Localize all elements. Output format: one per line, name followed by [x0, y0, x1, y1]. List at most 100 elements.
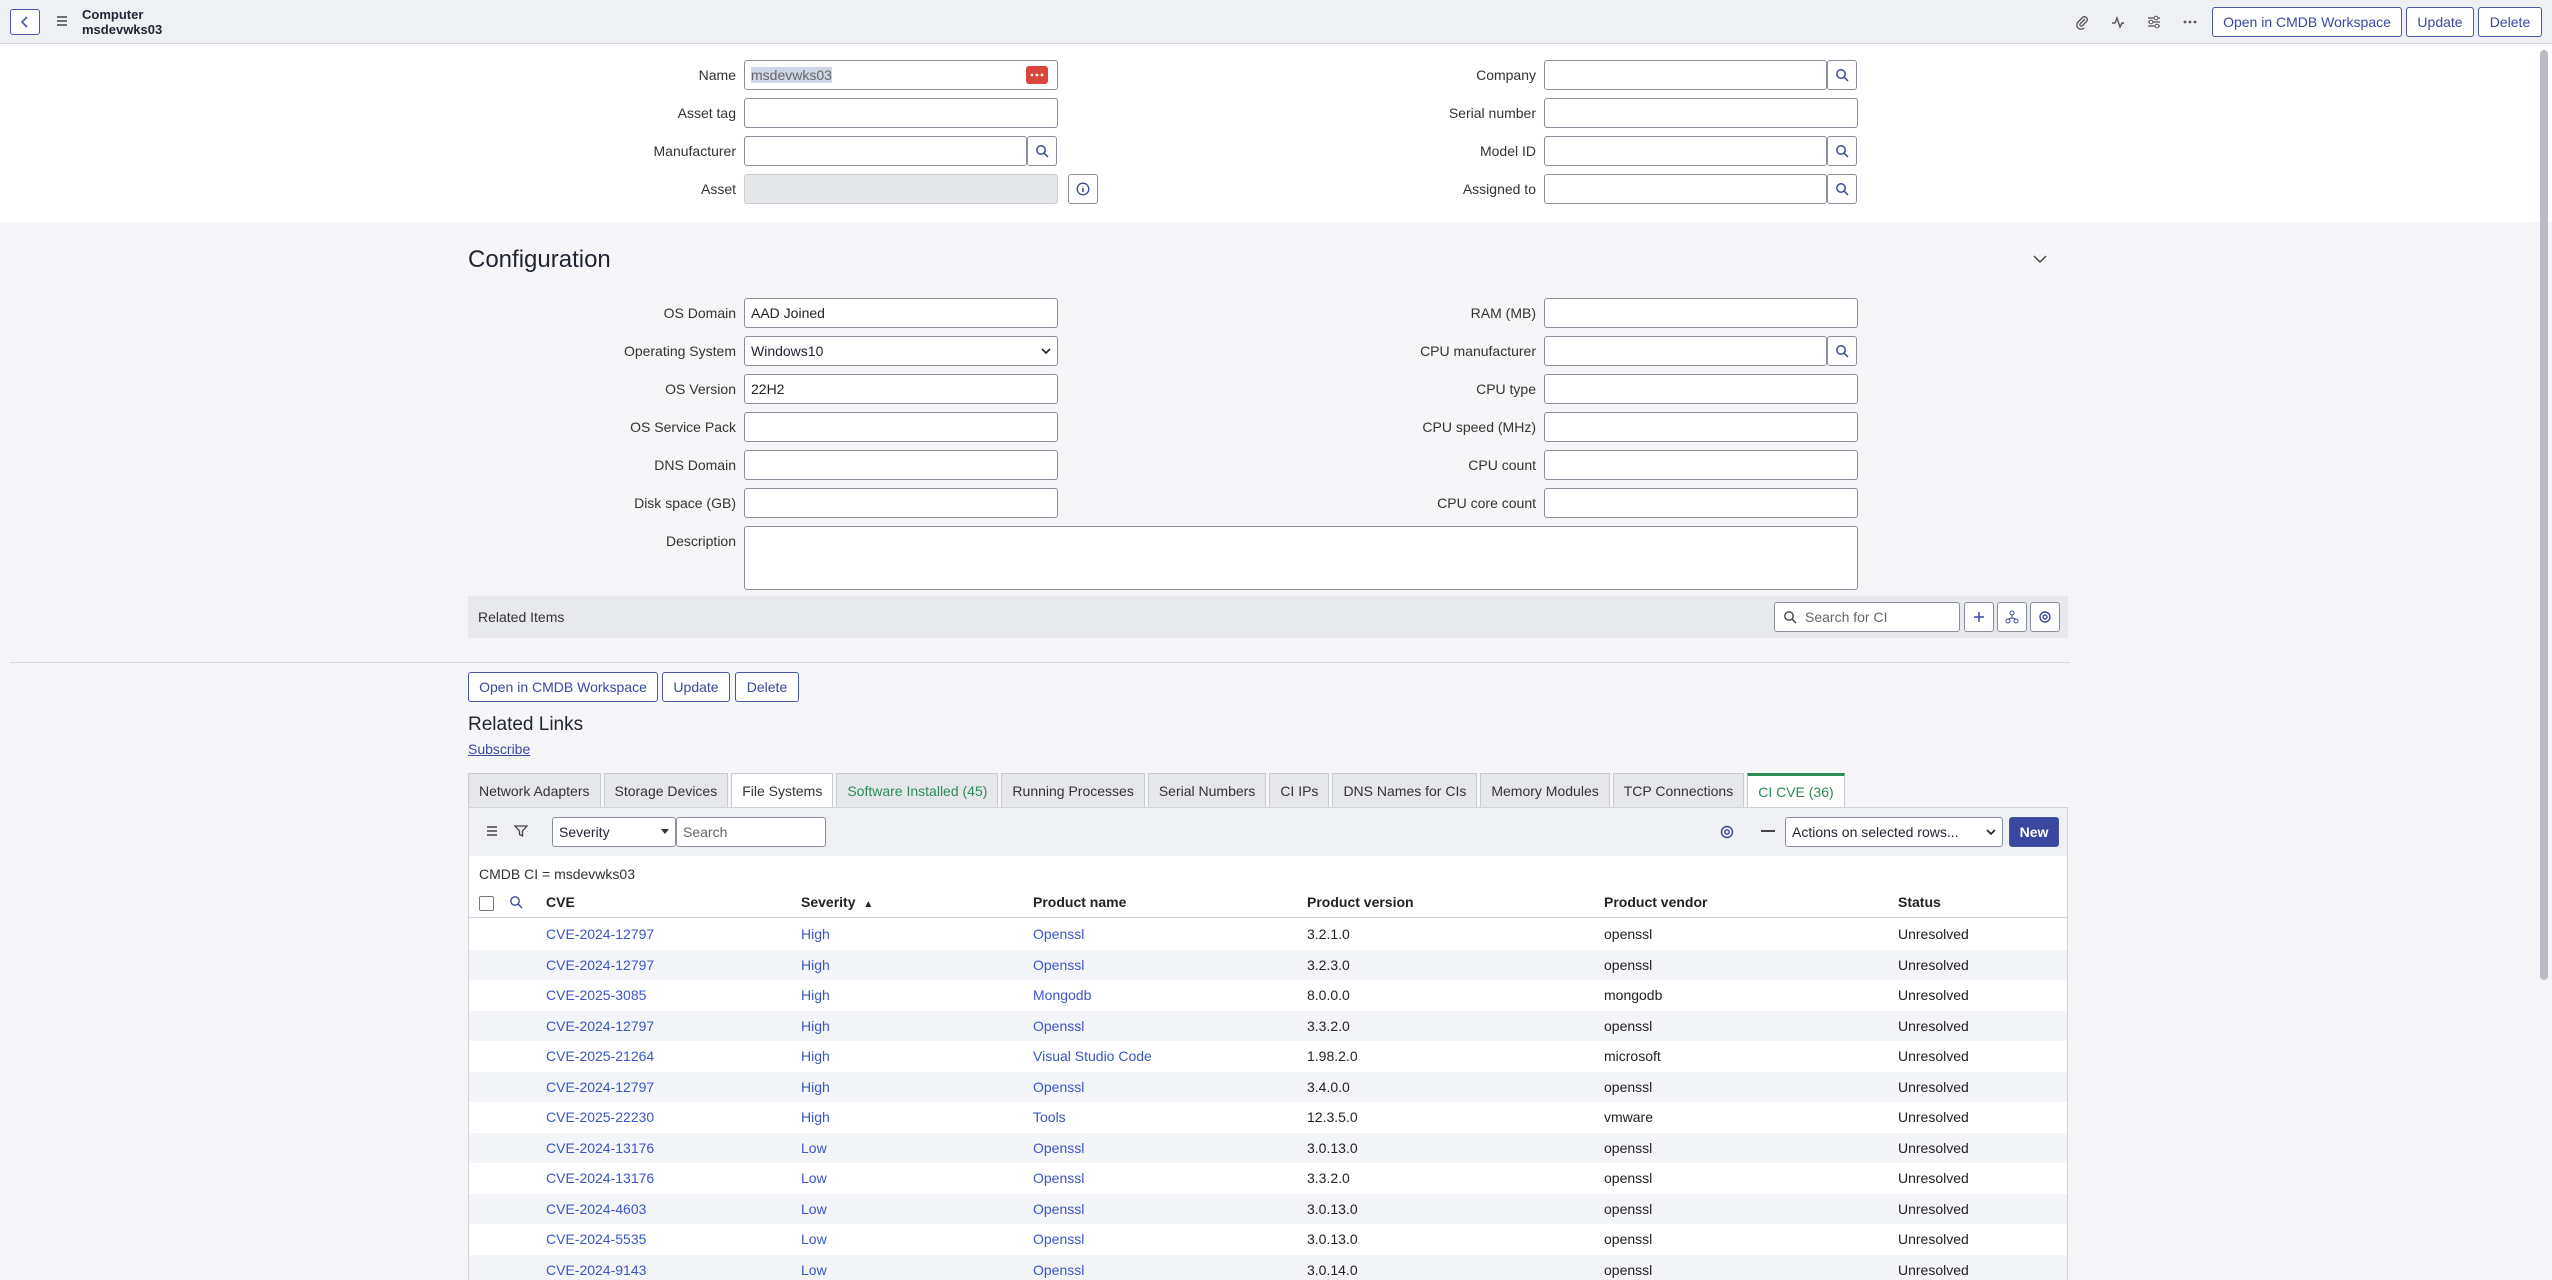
table-row[interactable]: CVE-2024-12797 High Openssl 3.4.0.0 openssl U…	[469, 1071, 2067, 1102]
cve-cell[interactable]: CVE-2024-12797	[546, 957, 654, 973]
cpu-core-count-field[interactable]	[1544, 488, 1858, 518]
column-severity[interactable]: Severity ▲	[801, 894, 873, 910]
serial-number-field[interactable]	[1544, 98, 1858, 128]
paperclip-icon[interactable]	[2072, 12, 2092, 32]
severity-cell[interactable]: High	[801, 987, 830, 1003]
severity-cell[interactable]: Low	[801, 1262, 827, 1278]
severity-cell[interactable]: Low	[801, 1140, 827, 1156]
page-scrollbar[interactable]	[2540, 50, 2548, 980]
new-button[interactable]: New	[2009, 817, 2059, 847]
tab-ci-ips[interactable]: CI IPs	[1269, 773, 1330, 807]
add-related-button[interactable]	[1964, 602, 1994, 632]
model-id-field[interactable]	[1544, 136, 1827, 166]
tab-running-processes[interactable]: Running Processes	[1001, 773, 1145, 807]
tab-ci-cve[interactable]: CI CVE (36)	[1747, 773, 1845, 807]
open-cmdb-workspace-bottom-button[interactable]: Open in CMDB Workspace	[468, 672, 658, 702]
company-field[interactable]	[1544, 60, 1827, 90]
actions-select[interactable]: Actions on selected rows...	[1785, 817, 2003, 847]
table-row[interactable]: CVE-2024-13176 Low Openssl 3.0.13.0 openssl U…	[469, 1132, 2067, 1163]
open-cmdb-workspace-button[interactable]: Open in CMDB Workspace	[2212, 7, 2402, 37]
os-version-field[interactable]: 22H2	[744, 374, 1058, 404]
column-product-name[interactable]: Product name	[1033, 894, 1126, 910]
cpu-type-field[interactable]	[1544, 374, 1858, 404]
product-name-cell[interactable]: Openssl	[1033, 926, 1084, 942]
tab-serial-numbers[interactable]: Serial Numbers	[1147, 773, 1267, 807]
cve-cell[interactable]: CVE-2024-5535	[546, 1231, 646, 1247]
table-row[interactable]: CVE-2024-9143 Low Openssl 3.0.14.0 openssl Un…	[469, 1254, 2067, 1280]
tab-storage-devices[interactable]: Storage Devices	[603, 773, 729, 807]
severity-cell[interactable]: Low	[801, 1170, 827, 1186]
tab-memory-modules[interactable]: Memory Modules	[1480, 773, 1610, 807]
severity-cell[interactable]: High	[801, 1079, 830, 1095]
table-row[interactable]: CVE-2024-5535 Low Openssl 3.0.13.0 openssl Un…	[469, 1224, 2067, 1255]
company-lookup-button[interactable]	[1827, 60, 1857, 90]
product-name-cell[interactable]: Visual Studio Code	[1033, 1048, 1152, 1064]
column-product-vendor[interactable]: Product vendor	[1604, 894, 1707, 910]
table-row[interactable]: CVE-2024-12797 High Openssl 3.2.3.0 openssl U…	[469, 949, 2067, 980]
product-name-cell[interactable]: Openssl	[1033, 1140, 1084, 1156]
ellipsis-icon[interactable]	[2180, 12, 2200, 32]
column-status[interactable]: Status	[1898, 894, 1941, 910]
table-row[interactable]: CVE-2024-12797 High Openssl 3.2.1.0 openssl U…	[469, 919, 2067, 950]
cpu-count-field[interactable]	[1544, 450, 1858, 480]
ci-search-input[interactable]: Search for CI	[1774, 602, 1960, 632]
os-domain-field[interactable]: AAD Joined	[744, 298, 1058, 328]
asset-tag-field[interactable]	[744, 98, 1058, 128]
assigned-to-field[interactable]	[1544, 174, 1827, 204]
tab-dns-names[interactable]: DNS Names for CIs	[1332, 773, 1478, 807]
ellipsis-badge-icon[interactable]	[1026, 66, 1048, 84]
table-row[interactable]: CVE-2025-22230 High Tools 12.3.5.0 vmware Unr…	[469, 1102, 2067, 1133]
list-menu-icon[interactable]	[485, 824, 499, 841]
column-cve[interactable]: CVE	[546, 894, 575, 910]
product-name-cell[interactable]: Openssl	[1033, 1018, 1084, 1034]
collapse-list-icon[interactable]	[1761, 830, 1775, 832]
related-settings-button[interactable]	[2030, 602, 2060, 632]
cpu-speed-field[interactable]	[1544, 412, 1858, 442]
table-row[interactable]: CVE-2024-13176 Low Openssl 3.3.2.0 openssl Un…	[469, 1163, 2067, 1194]
back-button[interactable]	[10, 9, 40, 35]
table-row[interactable]: CVE-2024-12797 High Openssl 3.3.2.0 openssl U…	[469, 1010, 2067, 1041]
cve-cell[interactable]: CVE-2024-9143	[546, 1262, 646, 1278]
activity-icon[interactable]	[2108, 12, 2128, 32]
cve-cell[interactable]: CVE-2024-12797	[546, 926, 654, 942]
subscribe-link[interactable]: Subscribe	[468, 741, 530, 757]
os-service-pack-field[interactable]	[744, 412, 1058, 442]
table-row[interactable]: CVE-2024-4603 Low Openssl 3.0.13.0 openssl Un…	[469, 1193, 2067, 1224]
manufacturer-lookup-button[interactable]	[1027, 136, 1057, 166]
update-bottom-button[interactable]: Update	[662, 672, 730, 702]
column-search-icon[interactable]	[509, 895, 523, 912]
tab-network-adapters[interactable]: Network Adapters	[468, 773, 601, 807]
cpu-manufacturer-lookup-button[interactable]	[1827, 336, 1857, 366]
table-row[interactable]: CVE-2025-21264 High Visual Studio Code 1.98…	[469, 1041, 2067, 1072]
cve-cell[interactable]: CVE-2024-12797	[546, 1018, 654, 1034]
tab-software-installed[interactable]: Software Installed (45)	[836, 773, 999, 807]
table-row[interactable]: CVE-2025-3085 High Mongodb 8.0.0.0 mongodb Un…	[469, 980, 2067, 1011]
cve-cell[interactable]: CVE-2025-22230	[546, 1109, 654, 1125]
manufacturer-field[interactable]	[744, 136, 1027, 166]
select-all-checkbox[interactable]	[479, 896, 494, 911]
column-product-version[interactable]: Product version	[1307, 894, 1414, 910]
severity-cell[interactable]: Low	[801, 1231, 827, 1247]
operating-system-select[interactable]: Windows10	[744, 336, 1058, 366]
asset-info-button[interactable]	[1068, 174, 1098, 204]
severity-cell[interactable]: High	[801, 1048, 830, 1064]
product-name-cell[interactable]: Tools	[1033, 1109, 1066, 1125]
product-name-cell[interactable]: Openssl	[1033, 1262, 1084, 1278]
ram-field[interactable]	[1544, 298, 1858, 328]
tab-tcp-connections[interactable]: TCP Connections	[1612, 773, 1745, 807]
product-name-cell[interactable]: Openssl	[1033, 957, 1084, 973]
update-button[interactable]: Update	[2406, 7, 2474, 37]
model-id-lookup-button[interactable]	[1827, 136, 1857, 166]
dns-domain-field[interactable]	[744, 450, 1058, 480]
severity-cell[interactable]: High	[801, 1109, 830, 1125]
delete-button[interactable]: Delete	[2478, 7, 2542, 37]
assigned-to-lookup-button[interactable]	[1827, 174, 1857, 204]
description-field[interactable]	[744, 526, 1858, 590]
search-field-select[interactable]: Severity	[552, 817, 676, 847]
delete-bottom-button[interactable]: Delete	[735, 672, 799, 702]
cve-cell[interactable]: CVE-2025-21264	[546, 1048, 654, 1064]
cve-cell[interactable]: CVE-2024-12797	[546, 1079, 654, 1095]
filter-icon[interactable]	[513, 823, 529, 842]
name-field[interactable]: msdevwks03	[744, 60, 1058, 90]
sliders-icon[interactable]	[2144, 12, 2164, 32]
